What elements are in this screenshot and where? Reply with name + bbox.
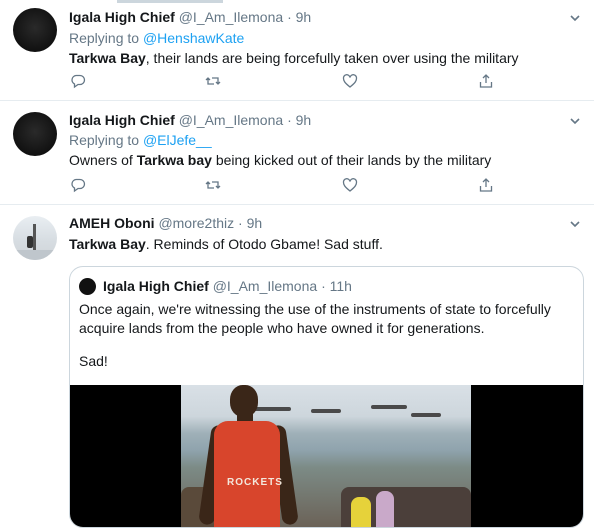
separator: · (287, 9, 292, 25)
avatar[interactable] (13, 112, 57, 156)
video-frame: ROCKETS (181, 385, 471, 527)
tweet[interactable]: Igala High Chief @I_Am_Ilemona · 9h Repl… (0, 0, 594, 101)
hashtag-text: Tarkwa Bay (69, 50, 146, 66)
chevron-down-icon[interactable] (568, 217, 582, 231)
reply-icon[interactable] (70, 73, 90, 93)
author-name[interactable]: Igala High Chief (69, 112, 175, 128)
reply-to-link[interactable]: @HenshawKate (143, 30, 244, 46)
reply-prefix: Replying to (69, 30, 140, 46)
quoted-author-name: Igala High Chief (103, 278, 209, 294)
tweet-text: Tarkwa Bay, their lands are being forcef… (69, 50, 519, 66)
heart-icon[interactable] (342, 177, 362, 197)
avatar[interactable] (13, 8, 57, 52)
heart-icon[interactable] (342, 73, 362, 93)
quoted-text-line: acquire lands from the people who have o… (79, 320, 485, 336)
author-handle[interactable]: @I_Am_Ilemona (179, 112, 283, 128)
quoted-avatar (79, 278, 96, 295)
author-handle[interactable]: @I_Am_Ilemona (179, 9, 283, 25)
author-handle[interactable]: @more2thiz (158, 215, 234, 231)
reply-to-link[interactable]: @ElJefe__ (143, 132, 212, 148)
reply-prefix: Replying to (69, 132, 140, 148)
tweet-text: Owners of Tarkwa bay being kicked out of… (69, 152, 491, 168)
separator: · (287, 112, 292, 128)
tweet-text-rest: . Reminds of Otodo Gbame! Sad stuff. (145, 236, 383, 252)
tweet-text: Tarkwa Bay. Reminds of Otodo Gbame! Sad … (69, 236, 383, 252)
video-player[interactable]: ROCKETS (70, 385, 583, 527)
reply-context: Replying to @HenshawKate (69, 30, 244, 46)
tweet-text-pre: Owners of (69, 152, 137, 168)
retweet-icon[interactable] (205, 177, 225, 197)
timestamp[interactable]: 9h (296, 112, 312, 128)
tweet-actions (64, 73, 504, 93)
quoted-timestamp: 11h (329, 278, 352, 294)
tweet-text-rest: being kicked out of their lands by the m… (211, 152, 492, 168)
tweet-actions (64, 177, 504, 197)
quoted-text: Once again, we're witnessing the use of … (79, 300, 574, 338)
separator: · (321, 278, 326, 294)
reply-icon[interactable] (70, 177, 90, 197)
reply-context: Replying to @ElJefe__ (69, 132, 212, 148)
share-icon[interactable] (478, 177, 498, 197)
quoted-header: Igala High Chief @I_Am_Ilemona · 11h (103, 278, 352, 294)
tweet[interactable]: Igala High Chief @I_Am_Ilemona · 9h Repl… (0, 101, 594, 205)
avatar[interactable] (13, 216, 57, 260)
author-name[interactable]: AMEH Oboni (69, 215, 155, 231)
tweet-header: Igala High Chief @I_Am_Ilemona · 9h (69, 9, 311, 25)
tweet-text-rest: , their lands are being forcefully taken… (145, 50, 519, 66)
quoted-text-line: Sad! (79, 353, 108, 369)
retweet-icon[interactable] (205, 73, 225, 93)
hashtag-text: Tarkwa Bay (69, 236, 146, 252)
shirt-caption: ROCKETS (227, 477, 283, 488)
separator: · (238, 215, 243, 231)
timestamp[interactable]: 9h (296, 9, 312, 25)
author-name[interactable]: Igala High Chief (69, 9, 175, 25)
timestamp[interactable]: 9h (247, 215, 263, 231)
quoted-author-handle: @I_Am_Ilemona (212, 278, 318, 294)
tweet-header: AMEH Oboni @more2thiz · 9h (69, 215, 262, 231)
quoted-tweet-card[interactable]: Igala High Chief @I_Am_Ilemona · 11h Onc… (69, 266, 584, 528)
tweet-header: Igala High Chief @I_Am_Ilemona · 9h (69, 112, 311, 128)
share-icon[interactable] (478, 73, 498, 93)
hashtag-text: Tarkwa bay (136, 152, 212, 168)
chevron-down-icon[interactable] (568, 114, 582, 128)
chevron-down-icon[interactable] (568, 11, 582, 25)
quoted-text-line: Once again, we're witnessing the use of … (79, 301, 551, 317)
